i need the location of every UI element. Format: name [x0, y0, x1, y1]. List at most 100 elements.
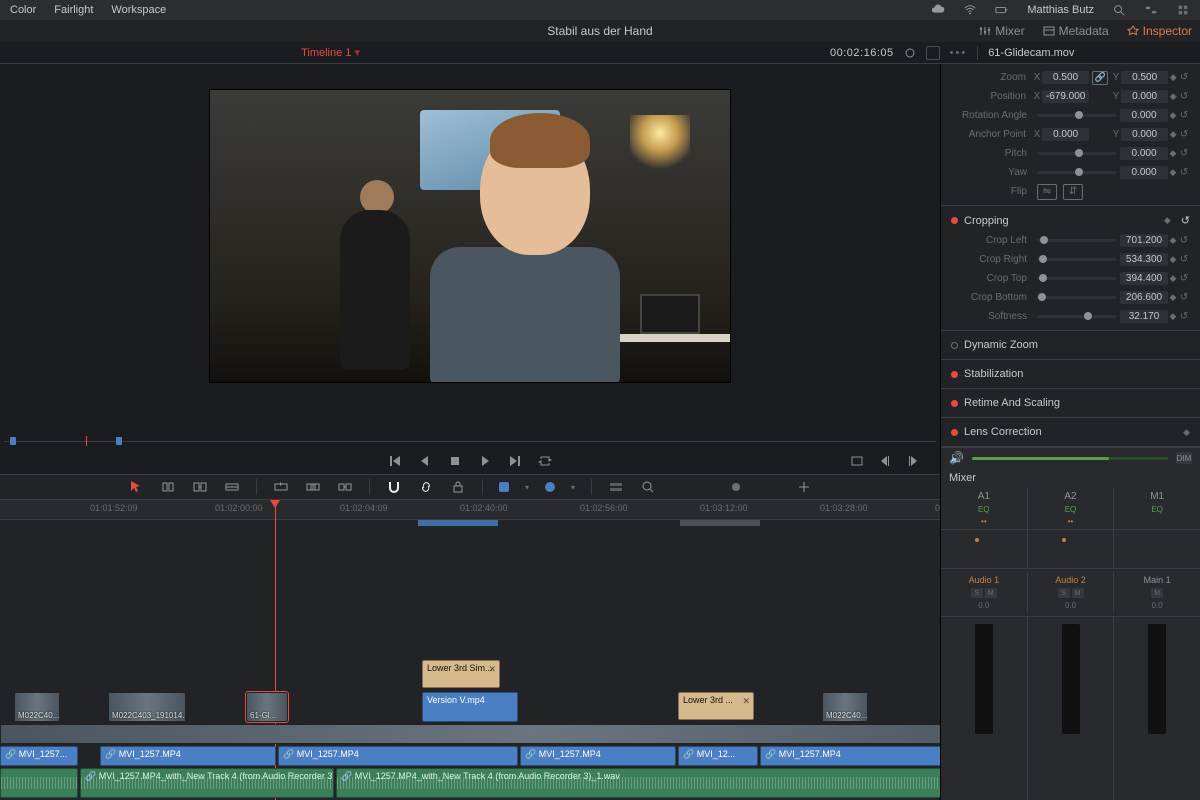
yaw-value[interactable]: 0.000 — [1120, 166, 1168, 179]
cropping-enable-dot[interactable] — [951, 217, 958, 224]
keyframe-button[interactable]: ◆ — [1168, 273, 1178, 284]
overwrite-button[interactable] — [305, 479, 321, 495]
timeline-range-a[interactable] — [418, 520, 498, 526]
viewer-scrub-bar[interactable] — [4, 434, 936, 448]
reset-button[interactable]: ↺ — [1178, 148, 1190, 159]
scrub-in-point[interactable] — [10, 437, 16, 445]
search-icon[interactable] — [1112, 3, 1126, 17]
go-start-button[interactable] — [388, 454, 402, 468]
reset-button[interactable]: ↺ — [1178, 273, 1190, 284]
solo-button[interactable]: S — [1058, 588, 1070, 598]
timeline-name[interactable]: Timeline 1 ▾ — [301, 46, 360, 59]
blade-tool[interactable] — [224, 479, 240, 495]
position-x-value[interactable]: -679.000 — [1042, 90, 1089, 103]
notifications-icon[interactable] — [1176, 3, 1190, 17]
dynamic-trim-tool[interactable] — [192, 479, 208, 495]
scrub-out-point[interactable] — [116, 437, 122, 445]
menu-workspace[interactable]: Workspace — [111, 4, 166, 16]
viewer-mode-icon[interactable] — [926, 46, 940, 60]
viewer-timecode[interactable]: 00:02:16:05 — [830, 47, 894, 59]
prev-clip-button[interactable] — [878, 454, 892, 468]
crop-bottom-value[interactable]: 206.600 — [1120, 291, 1168, 304]
keyframe-button[interactable]: ◆ — [1168, 292, 1178, 303]
dynamic-zoom-header[interactable]: Dynamic Zoom — [941, 335, 1200, 355]
zoom-y-value[interactable]: 0.500 — [1121, 71, 1168, 84]
clip-v1[interactable]: M022C40... — [822, 692, 868, 722]
zoom-x-value[interactable]: 0.500 — [1042, 71, 1089, 84]
keyframe-button[interactable]: ◆ — [1168, 148, 1178, 159]
viewer-options[interactable]: ••• — [950, 47, 968, 59]
keyframe-button[interactable]: ◆ — [1168, 110, 1178, 121]
keyframe-button[interactable]: ◆ — [1168, 235, 1178, 246]
sync-icon[interactable] — [904, 47, 916, 59]
reset-button[interactable]: ↺ — [1178, 110, 1190, 121]
timeline-ruler[interactable]: 01:01:52:09 01:02:00:00 01:02:04:09 01:0… — [0, 500, 940, 520]
link-toggle[interactable] — [418, 479, 434, 495]
menu-fairlight[interactable]: Fairlight — [54, 4, 93, 16]
dim-button[interactable]: DIM — [1176, 452, 1192, 464]
crop-left-value[interactable]: 701.200 — [1120, 234, 1168, 247]
reset-button[interactable]: ↺ — [1181, 214, 1190, 227]
cropping-header[interactable]: Cropping ◆ ↺ — [941, 210, 1200, 231]
channel-fader-a1[interactable] — [975, 624, 993, 734]
flag-blue[interactable] — [499, 482, 509, 492]
menu-color[interactable]: Color — [10, 4, 36, 16]
keyframe-button[interactable]: ◆ — [1168, 254, 1178, 265]
insert-button[interactable] — [273, 479, 289, 495]
keyframe-button[interactable]: ◆ — [1168, 167, 1178, 178]
channel-fader-main[interactable] — [1148, 624, 1166, 734]
reset-button[interactable]: ↺ — [1178, 254, 1190, 265]
reset-button[interactable]: ↺ — [1178, 235, 1190, 246]
stabilization-header[interactable]: Stabilization — [941, 364, 1200, 384]
crop-right-value[interactable]: 534.300 — [1120, 253, 1168, 266]
flip-v-button[interactable]: ⇵ — [1063, 184, 1083, 200]
panel-inspector-toggle[interactable]: Inspector — [1127, 24, 1192, 38]
replace-button[interactable] — [337, 479, 353, 495]
anchor-y-value[interactable]: 0.000 — [1121, 128, 1168, 141]
panel-metadata-toggle[interactable]: Metadata — [1043, 24, 1109, 38]
position-y-value[interactable]: 0.000 — [1121, 90, 1168, 103]
clip-v2[interactable]: Lower 3rd ...✕ — [678, 692, 754, 720]
go-end-button[interactable] — [508, 454, 522, 468]
reset-button[interactable]: ↺ — [1178, 292, 1190, 303]
selection-tool[interactable] — [128, 479, 144, 495]
clip-a1[interactable]: 🔗 MVI_1257.MP4 — [760, 746, 940, 766]
clip-a1[interactable]: 🔗 MVI_12... — [678, 746, 758, 766]
match-frame-button[interactable] — [850, 454, 864, 468]
keyframe-button[interactable]: ◆ — [1168, 311, 1178, 322]
mute-button[interactable]: M — [1072, 588, 1084, 598]
reset-button[interactable]: ↺ — [1178, 129, 1190, 140]
timeline-range-b[interactable] — [680, 520, 760, 526]
keyframe-button[interactable]: ◆ — [1164, 215, 1171, 226]
monitor-volume-slider[interactable] — [972, 457, 1168, 460]
clip-a1[interactable]: 🔗 MVI_1257.MP4 — [278, 746, 518, 766]
add-track-button[interactable] — [796, 479, 812, 495]
mute-button[interactable]: M — [1151, 588, 1163, 598]
zoom-to-fit[interactable] — [640, 479, 656, 495]
clip-v1-base[interactable] — [0, 724, 940, 744]
reset-button[interactable]: ↺ — [1178, 167, 1190, 178]
speaker-icon[interactable]: 🔊 — [949, 451, 964, 465]
record-button[interactable] — [728, 479, 744, 495]
crop-top-value[interactable]: 394.400 — [1120, 272, 1168, 285]
reset-button[interactable]: ↺ — [1178, 91, 1190, 102]
yaw-slider[interactable] — [1037, 171, 1116, 174]
clip-v1-selected[interactable]: 61-Gl... — [246, 692, 288, 722]
reset-button[interactable]: ↺ — [1178, 311, 1190, 322]
retime-header[interactable]: Retime And Scaling — [941, 393, 1200, 413]
clip-a2[interactable]: 🔗 MVI_1257.MP4_with_New Track 4 (from Au… — [336, 768, 940, 798]
panel-mixer-toggle[interactable]: Mixer — [979, 24, 1024, 38]
timeline-viewer[interactable] — [0, 64, 940, 434]
reset-button[interactable]: ↺ — [1178, 72, 1190, 83]
scrub-playhead[interactable] — [86, 436, 87, 446]
pitch-value[interactable]: 0.000 — [1120, 147, 1168, 160]
zoom-link-toggle[interactable]: 🔗 — [1092, 71, 1108, 85]
mixer-channel-a1[interactable]: A1 EQ •• — [941, 488, 1027, 529]
snapping-toggle[interactable] — [386, 479, 402, 495]
trim-tool[interactable] — [160, 479, 176, 495]
clip-a2[interactable] — [0, 768, 78, 798]
timeline-view-options[interactable] — [608, 479, 624, 495]
clip-a2[interactable]: 🔗 MVI_1257.MP4_with_New Track 4 (from Au… — [80, 768, 334, 798]
clip-v1[interactable]: M022C40... — [14, 692, 60, 722]
timeline-playhead-marker[interactable] — [270, 500, 280, 508]
